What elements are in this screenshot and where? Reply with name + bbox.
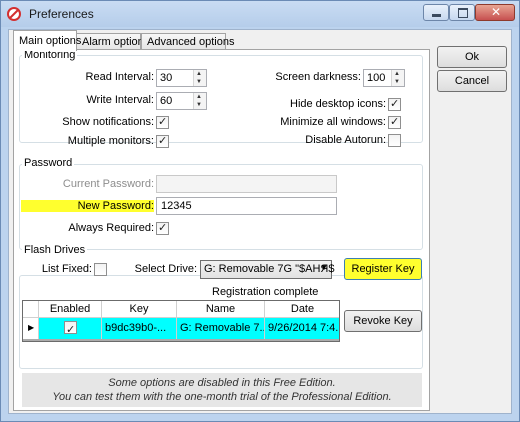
notice-line-2: You can test them with the one-month tri… bbox=[52, 391, 392, 403]
spinner-arrows[interactable]: ▲ ▼ bbox=[193, 93, 206, 109]
grid-header-enabled[interactable]: Enabled bbox=[39, 301, 102, 318]
current-password-field bbox=[156, 175, 337, 193]
title-bar[interactable]: Preferences ✕ bbox=[1, 1, 519, 27]
registration-status-text: Registration complete bbox=[212, 286, 319, 298]
maximize-icon bbox=[458, 8, 468, 18]
flash-drives-group-label: Flash Drives bbox=[22, 244, 88, 256]
app-icon bbox=[7, 7, 21, 21]
list-fixed-checkbox[interactable] bbox=[94, 263, 107, 276]
spinner-arrows[interactable]: ▲ ▼ bbox=[193, 70, 206, 86]
cancel-button[interactable]: Cancel bbox=[437, 70, 507, 92]
free-edition-notice: Some options are disabled in this Free E… bbox=[22, 373, 422, 407]
password-group-label: Password bbox=[22, 157, 75, 169]
revoke-key-button[interactable]: Revoke Key bbox=[344, 310, 422, 332]
dialog-client-area: Main options Alarm options Advanced opti… bbox=[8, 29, 512, 414]
screen-darkness-spinner[interactable]: 100 ▲ ▼ bbox=[363, 69, 405, 87]
close-icon: ✕ bbox=[491, 5, 502, 19]
checkmark-icon: ✓ bbox=[158, 115, 168, 128]
always-required-checkbox[interactable]: ✓ bbox=[156, 221, 169, 235]
grid-header-name[interactable]: Name bbox=[177, 301, 265, 318]
checkmark-icon: ✓ bbox=[66, 323, 76, 336]
grid-corner bbox=[23, 301, 39, 318]
grid-cell-date[interactable]: 9/26/2014 7:4... bbox=[265, 318, 339, 339]
checkmark-icon: ✓ bbox=[390, 115, 400, 128]
hide-desktop-icons-checkbox[interactable]: ✓ bbox=[388, 97, 401, 111]
ok-button[interactable]: Ok bbox=[437, 46, 507, 68]
new-password-field[interactable]: 12345 bbox=[156, 197, 337, 215]
flash-drives-grid: Enabled Key Name Date ▶ ✓ b9dc39b0-... G… bbox=[22, 300, 340, 342]
write-interval-label: Write Interval: bbox=[86, 94, 154, 106]
checkmark-icon: ✓ bbox=[390, 97, 400, 110]
grid-cell-enabled[interactable]: ✓ bbox=[39, 318, 102, 339]
grid-header-date[interactable]: Date bbox=[265, 301, 339, 318]
select-drive-dropdown[interactable]: G: Removable 7G "$AHЯ$ ▼ bbox=[200, 260, 334, 279]
read-interval-spinner[interactable]: 30 ▲ ▼ bbox=[156, 69, 207, 87]
chevron-down-icon: ▼ bbox=[320, 263, 328, 272]
show-notifications-label: Show notifications: bbox=[62, 116, 154, 128]
grid-header-key[interactable]: Key bbox=[102, 301, 177, 318]
select-drive-label: Select Drive: bbox=[134, 263, 197, 275]
spinner-arrows[interactable]: ▲ ▼ bbox=[391, 70, 404, 86]
current-password-label: Current Password: bbox=[62, 178, 154, 190]
multiple-monitors-checkbox[interactable]: ✓ bbox=[156, 134, 169, 148]
row-pointer-icon: ▶ bbox=[28, 323, 35, 332]
multiple-monitors-label: Multiple monitors: bbox=[67, 135, 154, 147]
checkmark-icon: ✓ bbox=[158, 134, 168, 147]
disable-autorun-label: Disable Autorun: bbox=[305, 134, 386, 146]
tab-advanced-options[interactable]: Advanced options bbox=[141, 33, 234, 50]
register-key-button[interactable]: Register Key bbox=[344, 258, 422, 280]
grid-cell-name[interactable]: G: Removable 7... bbox=[177, 318, 265, 339]
maximize-button[interactable] bbox=[449, 4, 475, 21]
minimize-all-windows-checkbox[interactable]: ✓ bbox=[388, 115, 401, 129]
row-selector[interactable]: ▶ bbox=[23, 318, 39, 339]
grid-cell-key[interactable]: b9dc39b0-... bbox=[102, 318, 177, 339]
write-interval-spinner[interactable]: 60 ▲ ▼ bbox=[156, 92, 207, 110]
minimize-icon bbox=[432, 14, 441, 17]
minimize-all-windows-label: Minimize all windows: bbox=[280, 116, 386, 128]
notice-line-1: Some options are disabled in this Free E… bbox=[108, 377, 336, 389]
list-fixed-label: List Fixed: bbox=[41, 263, 92, 275]
tab-main-options[interactable]: Main options bbox=[13, 30, 81, 51]
enabled-checkbox[interactable]: ✓ bbox=[64, 321, 77, 336]
close-button[interactable]: ✕ bbox=[475, 4, 515, 21]
window-title: Preferences bbox=[29, 7, 94, 21]
always-required-label: Always Required: bbox=[68, 222, 154, 234]
checkmark-icon: ✓ bbox=[158, 221, 168, 234]
preferences-window: Preferences ✕ Main options Alarm options… bbox=[0, 0, 520, 422]
tab-alarm-options[interactable]: Alarm options bbox=[76, 33, 149, 50]
new-password-label: New Password: bbox=[21, 200, 154, 212]
disable-autorun-checkbox[interactable] bbox=[388, 134, 401, 147]
read-interval-label: Read Interval: bbox=[85, 71, 154, 83]
hide-desktop-icons-label: Hide desktop icons: bbox=[290, 98, 386, 110]
minimize-button[interactable] bbox=[423, 4, 449, 21]
screen-darkness-label: Screen darkness: bbox=[275, 71, 361, 83]
main-options-panel: Monitoring Read Interval: 30 ▲ ▼ Write In… bbox=[13, 49, 430, 411]
show-notifications-checkbox[interactable]: ✓ bbox=[156, 115, 169, 129]
